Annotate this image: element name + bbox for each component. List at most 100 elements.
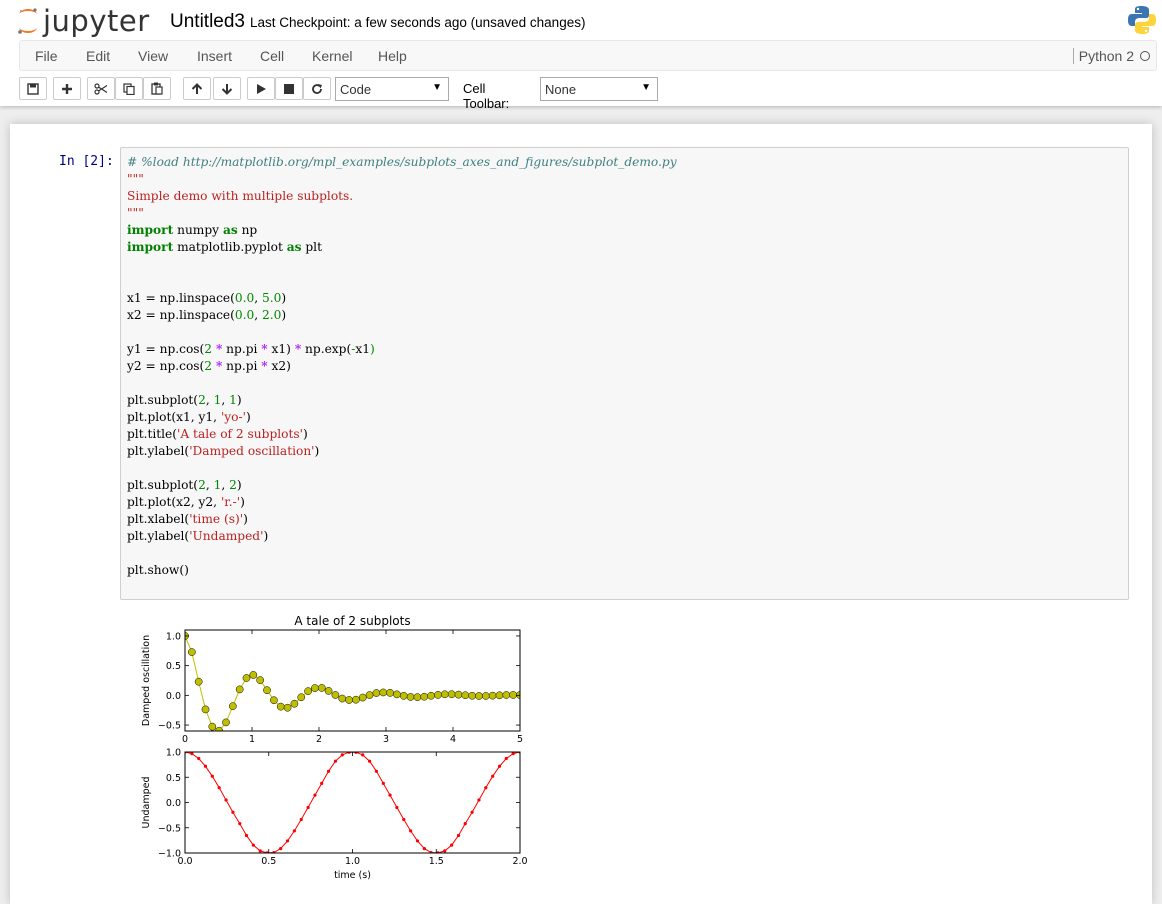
cell-type-select[interactable]: Code ▼	[335, 77, 449, 101]
code-token: Simple demo with multiple subplots.	[127, 189, 354, 203]
menu-edit[interactable]: Edit	[86, 48, 110, 64]
insert-cell-button[interactable]	[53, 77, 81, 100]
menu-view[interactable]: View	[138, 48, 168, 64]
data-point	[461, 691, 470, 700]
data-point	[443, 849, 447, 853]
code-token: plt.xlabel(	[127, 512, 190, 526]
code-token: as	[286, 240, 302, 254]
copy-button[interactable]	[115, 77, 143, 100]
data-point	[511, 752, 515, 756]
code-line: plt.plot(x2, y2, 'r.-')	[127, 494, 677, 511]
python-logo-icon	[1128, 6, 1156, 34]
move-down-button[interactable]	[213, 77, 241, 100]
code-token: plt.subplot(	[127, 393, 199, 407]
notebook-name[interactable]: Untitled3	[170, 11, 245, 33]
data-point	[470, 810, 474, 814]
code-token: x2)	[267, 359, 291, 373]
data-point	[468, 691, 477, 700]
code-token: )	[240, 495, 245, 509]
data-point	[201, 705, 210, 714]
data-point	[509, 691, 518, 699]
code-token: import	[127, 240, 174, 254]
data-point	[345, 696, 353, 704]
code-token: ,	[221, 393, 230, 407]
menu-cell[interactable]: Cell	[260, 48, 284, 64]
interrupt-kernel-button[interactable]	[275, 77, 303, 100]
code-token: """	[127, 206, 144, 220]
cell-type-value: Code	[340, 82, 372, 97]
data-point	[504, 756, 508, 761]
menu-insert[interactable]: Insert	[197, 48, 232, 64]
code-token: 'A tale of 2 subplots'	[177, 427, 304, 441]
code-token: 'time (s)'	[189, 512, 244, 526]
cell-toolbar-select[interactable]: None ▼	[540, 77, 658, 101]
data-point	[283, 703, 292, 712]
x-tick-label: 0	[182, 734, 188, 745]
jupyter-logo[interactable]: jupyter	[17, 4, 150, 38]
data-point	[381, 781, 385, 786]
data-point	[434, 691, 442, 699]
code-token: plt.ylabel(	[127, 444, 190, 458]
code-line: # %load http://matplotlib.org/mpl_exampl…	[127, 154, 677, 171]
save-button[interactable]	[19, 77, 47, 100]
data-point	[270, 696, 278, 705]
menu-kernel[interactable]: Kernel	[312, 48, 352, 64]
paste-button[interactable]	[143, 77, 171, 100]
data-point	[475, 692, 483, 700]
cell-toolbar-value: None	[545, 82, 577, 97]
data-point	[395, 805, 399, 810]
code-token: )	[370, 342, 375, 356]
move-up-button[interactable]	[183, 77, 211, 100]
code-token: np.exp(	[301, 342, 352, 356]
code-cell-input[interactable]: # %load http://matplotlib.org/mpl_exampl…	[120, 147, 1129, 600]
copy-icon	[123, 82, 135, 95]
code-token: np.pi	[222, 359, 262, 373]
code-token: ,	[254, 308, 263, 322]
menu-file[interactable]: File	[35, 48, 58, 64]
code-token: 'Undamped'	[189, 529, 264, 543]
data-point	[365, 691, 374, 699]
data-point	[306, 805, 310, 810]
y-tick-label: −0.5	[158, 721, 181, 732]
arrow-up-icon	[191, 82, 203, 94]
code-token: x2 = np.linspace(	[127, 308, 235, 322]
y-axis-label: Undamped	[141, 777, 152, 829]
code-token: x1 = np.linspace(	[127, 291, 235, 305]
data-point	[440, 690, 449, 699]
code-token: matplotlib.pyplot	[173, 240, 287, 254]
data-point	[324, 687, 333, 695]
code-token: plt	[301, 240, 322, 254]
code-token: plt.subplot(	[127, 478, 199, 492]
data-point	[263, 686, 271, 695]
x-tick-label: 4	[450, 734, 456, 745]
x-tick-label: 1	[249, 734, 255, 745]
dropdown-arrow-icon: ▼	[641, 82, 651, 93]
refresh-icon	[312, 83, 322, 94]
data-point	[361, 753, 365, 757]
data-point	[194, 677, 203, 686]
x-tick-label: 1.5	[429, 856, 444, 867]
restart-kernel-button[interactable]	[303, 77, 331, 100]
code-token: # %load http://matplotlib.org/mpl_exampl…	[127, 155, 677, 169]
cut-button[interactable]	[87, 77, 115, 100]
code-token: x1	[355, 342, 370, 356]
data-point	[399, 691, 408, 700]
menu-help[interactable]: Help	[378, 48, 407, 64]
data-point	[210, 774, 214, 778]
data-point	[285, 839, 290, 843]
data-point	[242, 674, 251, 682]
data-point	[235, 685, 244, 694]
run-cell-button[interactable]	[247, 77, 275, 100]
code-token: )	[236, 393, 242, 407]
y-tick-label: 0.0	[166, 798, 181, 809]
x-tick-label: 2.0	[512, 856, 527, 867]
data-point	[228, 702, 237, 711]
code-token: 0.0	[234, 308, 255, 322]
code-line: """	[127, 205, 677, 222]
notebook-container: In [2]: # %load http://matplotlib.org/mp…	[10, 124, 1152, 904]
data-point	[290, 699, 299, 708]
data-point	[367, 759, 372, 763]
code-editor[interactable]: # %load http://matplotlib.org/mpl_exampl…	[127, 154, 677, 579]
